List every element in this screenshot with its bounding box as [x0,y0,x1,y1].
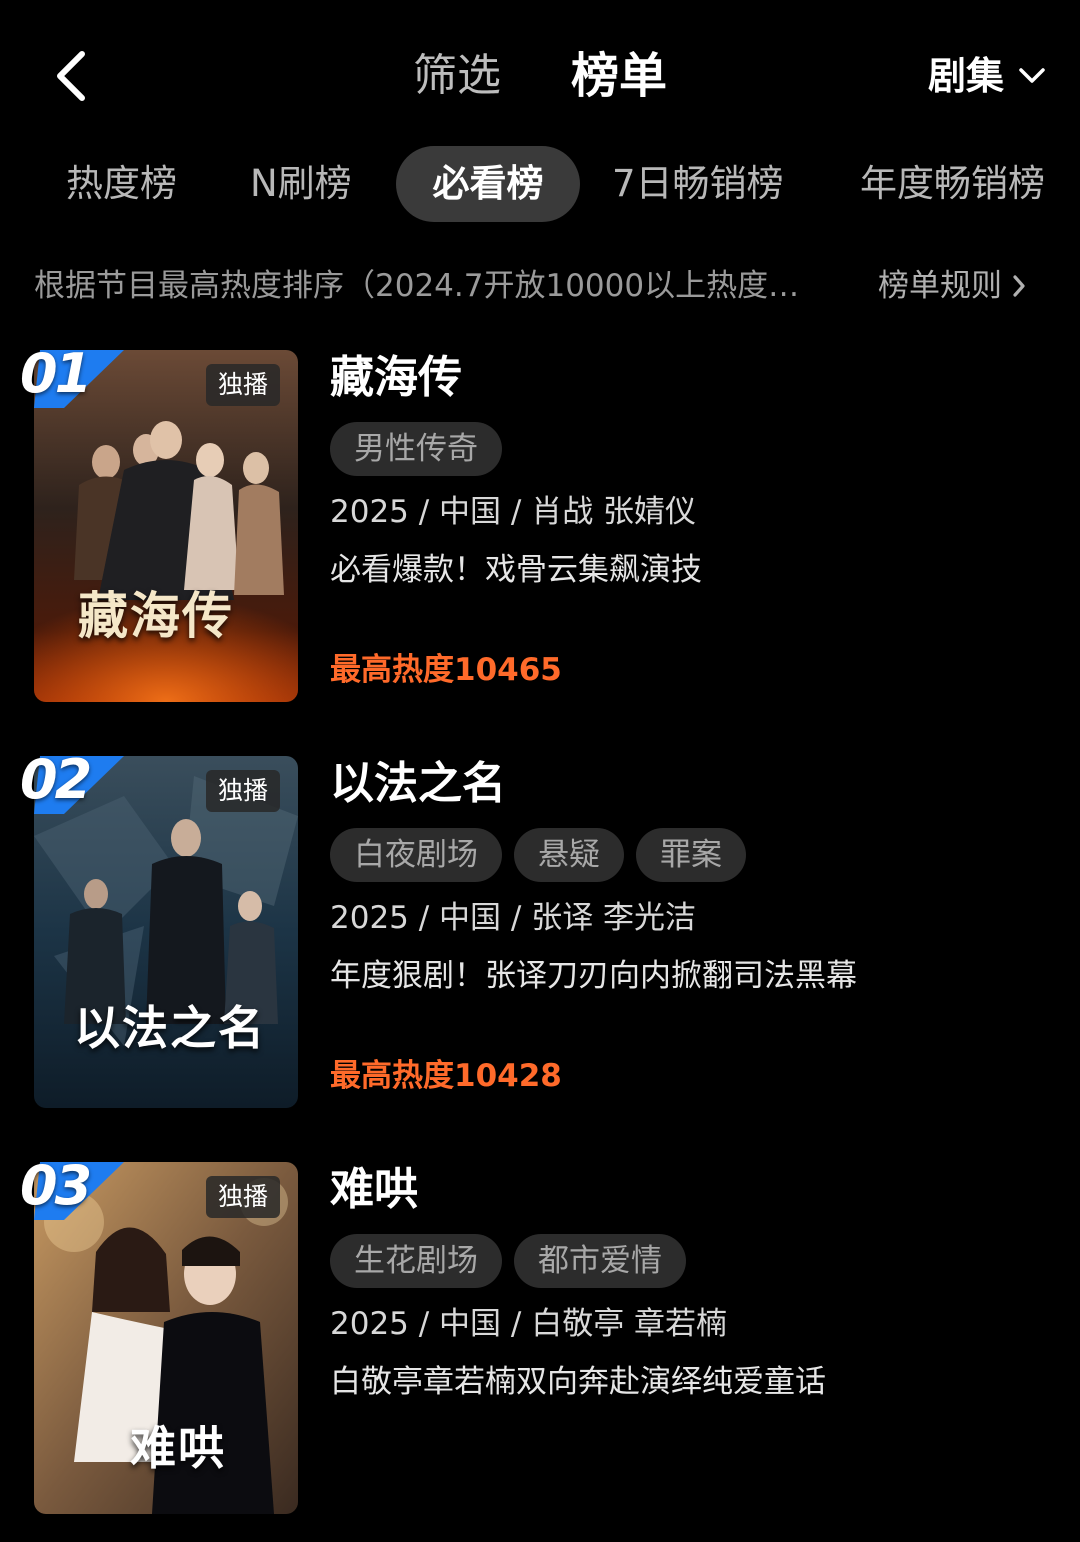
rank-badge: 02 [20,750,130,814]
rank-number: 01 [20,342,92,405]
tab-7day-bestseller[interactable]: 7日畅销榜 [612,146,784,222]
rank-badge: 01 [20,344,130,408]
tab-rankings[interactable]: 榜单 [571,44,667,108]
item-title: 以法之名 [330,758,506,809]
tag-list: 白夜剧场 悬疑 罪案 [330,828,1050,882]
poster-title: 难哄 [130,1421,226,1475]
poster-title: 以法之名 [74,1001,266,1055]
item-info: 以法之名 白夜剧场 悬疑 罪案 2025 / 中国 / 张译 李光洁 年度狠剧！… [330,756,1050,1098]
rank-number: 03 [20,1154,92,1217]
category-label: 剧集 [927,54,1004,98]
exclusive-badge: 独播 [205,364,280,406]
rule-link[interactable]: 榜单规则 [878,262,1026,310]
tab-annual-bestseller[interactable]: 年度畅销榜 [860,146,1045,222]
tag[interactable]: 男性传奇 [330,422,502,476]
heat-score: 最高热度10428 [330,1058,562,1094]
category-dropdown[interactable]: 剧集 [928,48,1046,104]
exclusive-badge: 独播 [205,1176,280,1218]
item-meta: 2025 / 中国 / 张译 李光洁 [330,900,697,936]
rank-number: 02 [20,748,92,811]
tab-filter[interactable]: 筛选 [413,44,501,108]
tag-list: 男性传奇 [330,422,1050,476]
top-bar: 筛选 榜单 剧集 [0,0,1080,150]
item-title: 难哄 [330,1164,418,1215]
item-info: 难哄 生花剧场 都市爱情 2025 / 中国 / 白敬亭 章若楠 白敬亭章若楠双… [330,1162,1050,1404]
tag[interactable]: 罪案 [636,828,746,882]
tab-rewatch[interactable]: N刷榜 [250,146,352,222]
item-meta: 2025 / 中国 / 肖战 张婧仪 [330,494,697,530]
list-item[interactable]: 以法之名 独播 02 以法之名 白夜剧场 悬疑 罪案 2025 / 中国 / 张… [0,750,1080,1136]
rule-description: 根据节目最高热度排序（2024.7开放10000以上热度… [34,268,800,304]
list-item[interactable]: 难哄 独播 03 难哄 生花剧场 都市爱情 2025 / 中国 / 白敬亭 章若… [0,1156,1080,1542]
rule-link-label: 榜单规则 [878,268,1002,304]
tag[interactable]: 悬疑 [514,828,624,882]
header-tabs: 筛选 榜单 [0,44,1080,108]
tag-list: 生花剧场 都市爱情 [330,1234,1050,1288]
item-meta: 2025 / 中国 / 白敬亭 章若楠 [330,1306,728,1342]
exclusive-badge: 独播 [205,770,280,812]
chevron-right-icon [1013,275,1025,297]
tab-hot[interactable]: 热度榜 [66,146,177,222]
tag[interactable]: 白夜剧场 [330,828,502,882]
tab-must-watch[interactable]: 必看榜 [396,146,580,222]
chevron-down-icon [1019,68,1045,83]
list-item[interactable]: 藏海传 独播 01 藏海传 男性传奇 2025 / 中国 / 肖战 张婧仪 必看… [0,344,1080,730]
item-description: 必看爆款！戏骨云集飙演技 [330,552,702,588]
poster-title: 藏海传 [78,586,234,645]
tag[interactable]: 都市爱情 [514,1234,686,1288]
item-title: 藏海传 [330,352,462,403]
item-info: 藏海传 男性传奇 2025 / 中国 / 肖战 张婧仪 必看爆款！戏骨云集飙演技… [330,350,1050,692]
rank-badge: 03 [20,1156,130,1220]
item-description: 年度狠剧！张译刀刃向内掀翻司法黑幕 [330,958,857,994]
rank-tabs: 热度榜 N刷榜 必看榜 7日畅销榜 年度畅销榜 [0,146,1080,222]
rule-line: 根据节目最高热度排序（2024.7开放10000以上热度… 榜单规则 [34,262,1054,310]
tag[interactable]: 生花剧场 [330,1234,502,1288]
item-description: 白敬亭章若楠双向奔赴演绎纯爱童话 [330,1364,826,1400]
heat-score: 最高热度10465 [330,652,562,688]
